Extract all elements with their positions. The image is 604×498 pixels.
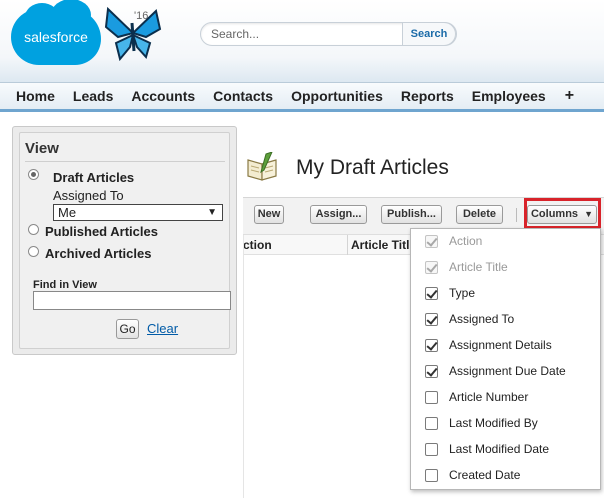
column-option-assigned-to[interactable]: Assigned To (411, 307, 600, 333)
columns-callout-highlight (524, 198, 601, 229)
salesforce-logo[interactable]: salesforce (11, 0, 101, 65)
assigned-to-value: Me (58, 205, 77, 220)
header: salesforce '16 Search (0, 0, 604, 82)
logo-text: salesforce (24, 29, 88, 45)
go-button[interactable]: Go (116, 319, 139, 339)
column-option-created-date[interactable]: Created Date (411, 463, 600, 489)
clear-link[interactable]: Clear (147, 321, 178, 336)
column-option-checkbox (425, 261, 438, 274)
column-option-checkbox[interactable] (425, 391, 438, 404)
column-option-label[interactable]: Article Number (449, 390, 528, 404)
column-option-checkbox[interactable] (425, 287, 438, 300)
view-panel: View Draft Articles Assigned To Me ▼ Pub… (19, 132, 231, 349)
add-tab-button[interactable]: + (555, 83, 584, 109)
assigned-to-label: Assigned To (53, 188, 124, 203)
column-option-checkbox[interactable] (425, 417, 438, 430)
search-button[interactable]: Search (402, 22, 456, 46)
find-in-view-input[interactable] (33, 291, 231, 310)
column-option-assignment-details[interactable]: Assignment Details (411, 333, 600, 359)
page-title: My Draft Articles (296, 156, 449, 179)
tab-accounts[interactable]: Accounts (122, 83, 204, 109)
column-option-checkbox (425, 235, 438, 248)
butterfly-icon (104, 6, 162, 62)
column-option-type[interactable]: Type (411, 281, 600, 307)
column-option-label[interactable]: Type (449, 286, 475, 300)
column-option-last-modified-date[interactable]: Last Modified Date (411, 437, 600, 463)
column-option-label[interactable]: Assigned To (449, 312, 514, 326)
column-option-assignment-due-date[interactable]: Assignment Due Date (411, 359, 600, 385)
draft-articles-label[interactable]: Draft Articles (53, 170, 134, 185)
tab-contacts[interactable]: Contacts (204, 83, 282, 109)
column-option-checkbox[interactable] (425, 313, 438, 326)
column-option-label[interactable]: Assignment Due Date (449, 364, 566, 378)
divider (25, 161, 225, 162)
archived-articles-label[interactable]: Archived Articles (45, 246, 151, 261)
columns-menu: Action Article Title Type Assigned To As… (410, 228, 601, 490)
column-option-label[interactable]: Last Modified By (449, 416, 538, 430)
draft-articles-radio[interactable] (28, 169, 39, 180)
global-search: Search (200, 22, 457, 46)
tab-home[interactable]: Home (7, 83, 64, 109)
knowledge-book-icon (247, 152, 277, 181)
published-articles-radio[interactable] (28, 224, 39, 235)
column-option-label: Article Title (449, 260, 508, 274)
new-button[interactable]: New (254, 205, 284, 224)
column-divider (347, 235, 348, 255)
tab-reports[interactable]: Reports (392, 83, 463, 109)
find-in-view-label: Find in View (33, 279, 97, 291)
assigned-to-select[interactable]: Me ▼ (53, 204, 223, 221)
column-header-article-title[interactable]: Article Title (351, 238, 416, 252)
tab-employees[interactable]: Employees (463, 83, 555, 109)
column-option-article-number[interactable]: Article Number (411, 385, 600, 411)
tab-opportunities[interactable]: Opportunities (282, 83, 392, 109)
archived-articles-radio[interactable] (28, 246, 39, 257)
toolbar-divider (516, 208, 517, 222)
column-option-action: Action (411, 229, 600, 255)
column-option-label[interactable]: Created Date (449, 468, 520, 482)
delete-button[interactable]: Delete (456, 205, 503, 224)
sidebar: View Draft Articles Assigned To Me ▼ Pub… (12, 126, 237, 355)
release-label: '16 (134, 10, 149, 22)
search-input[interactable] (209, 26, 399, 42)
column-option-checkbox[interactable] (425, 339, 438, 352)
column-option-article-title: Article Title (411, 255, 600, 281)
column-option-checkbox[interactable] (425, 443, 438, 456)
tab-bar: Home Leads Accounts Contacts Opportuniti… (0, 82, 604, 112)
column-option-label[interactable]: Last Modified Date (449, 442, 549, 456)
published-articles-label[interactable]: Published Articles (45, 224, 158, 239)
publish-button[interactable]: Publish... (381, 205, 442, 224)
column-option-label[interactable]: Assignment Details (449, 338, 552, 352)
column-option-label: Action (449, 234, 483, 248)
column-option-last-modified-by[interactable]: Last Modified By (411, 411, 600, 437)
column-header-action[interactable]: ction (243, 238, 272, 252)
tab-leads[interactable]: Leads (64, 83, 122, 109)
assign-button[interactable]: Assign... (310, 205, 367, 224)
list-border (243, 235, 244, 498)
view-title: View (25, 140, 59, 157)
column-option-checkbox[interactable] (425, 365, 438, 378)
column-option-checkbox[interactable] (425, 469, 438, 482)
dropdown-arrow-icon: ▼ (207, 207, 217, 218)
